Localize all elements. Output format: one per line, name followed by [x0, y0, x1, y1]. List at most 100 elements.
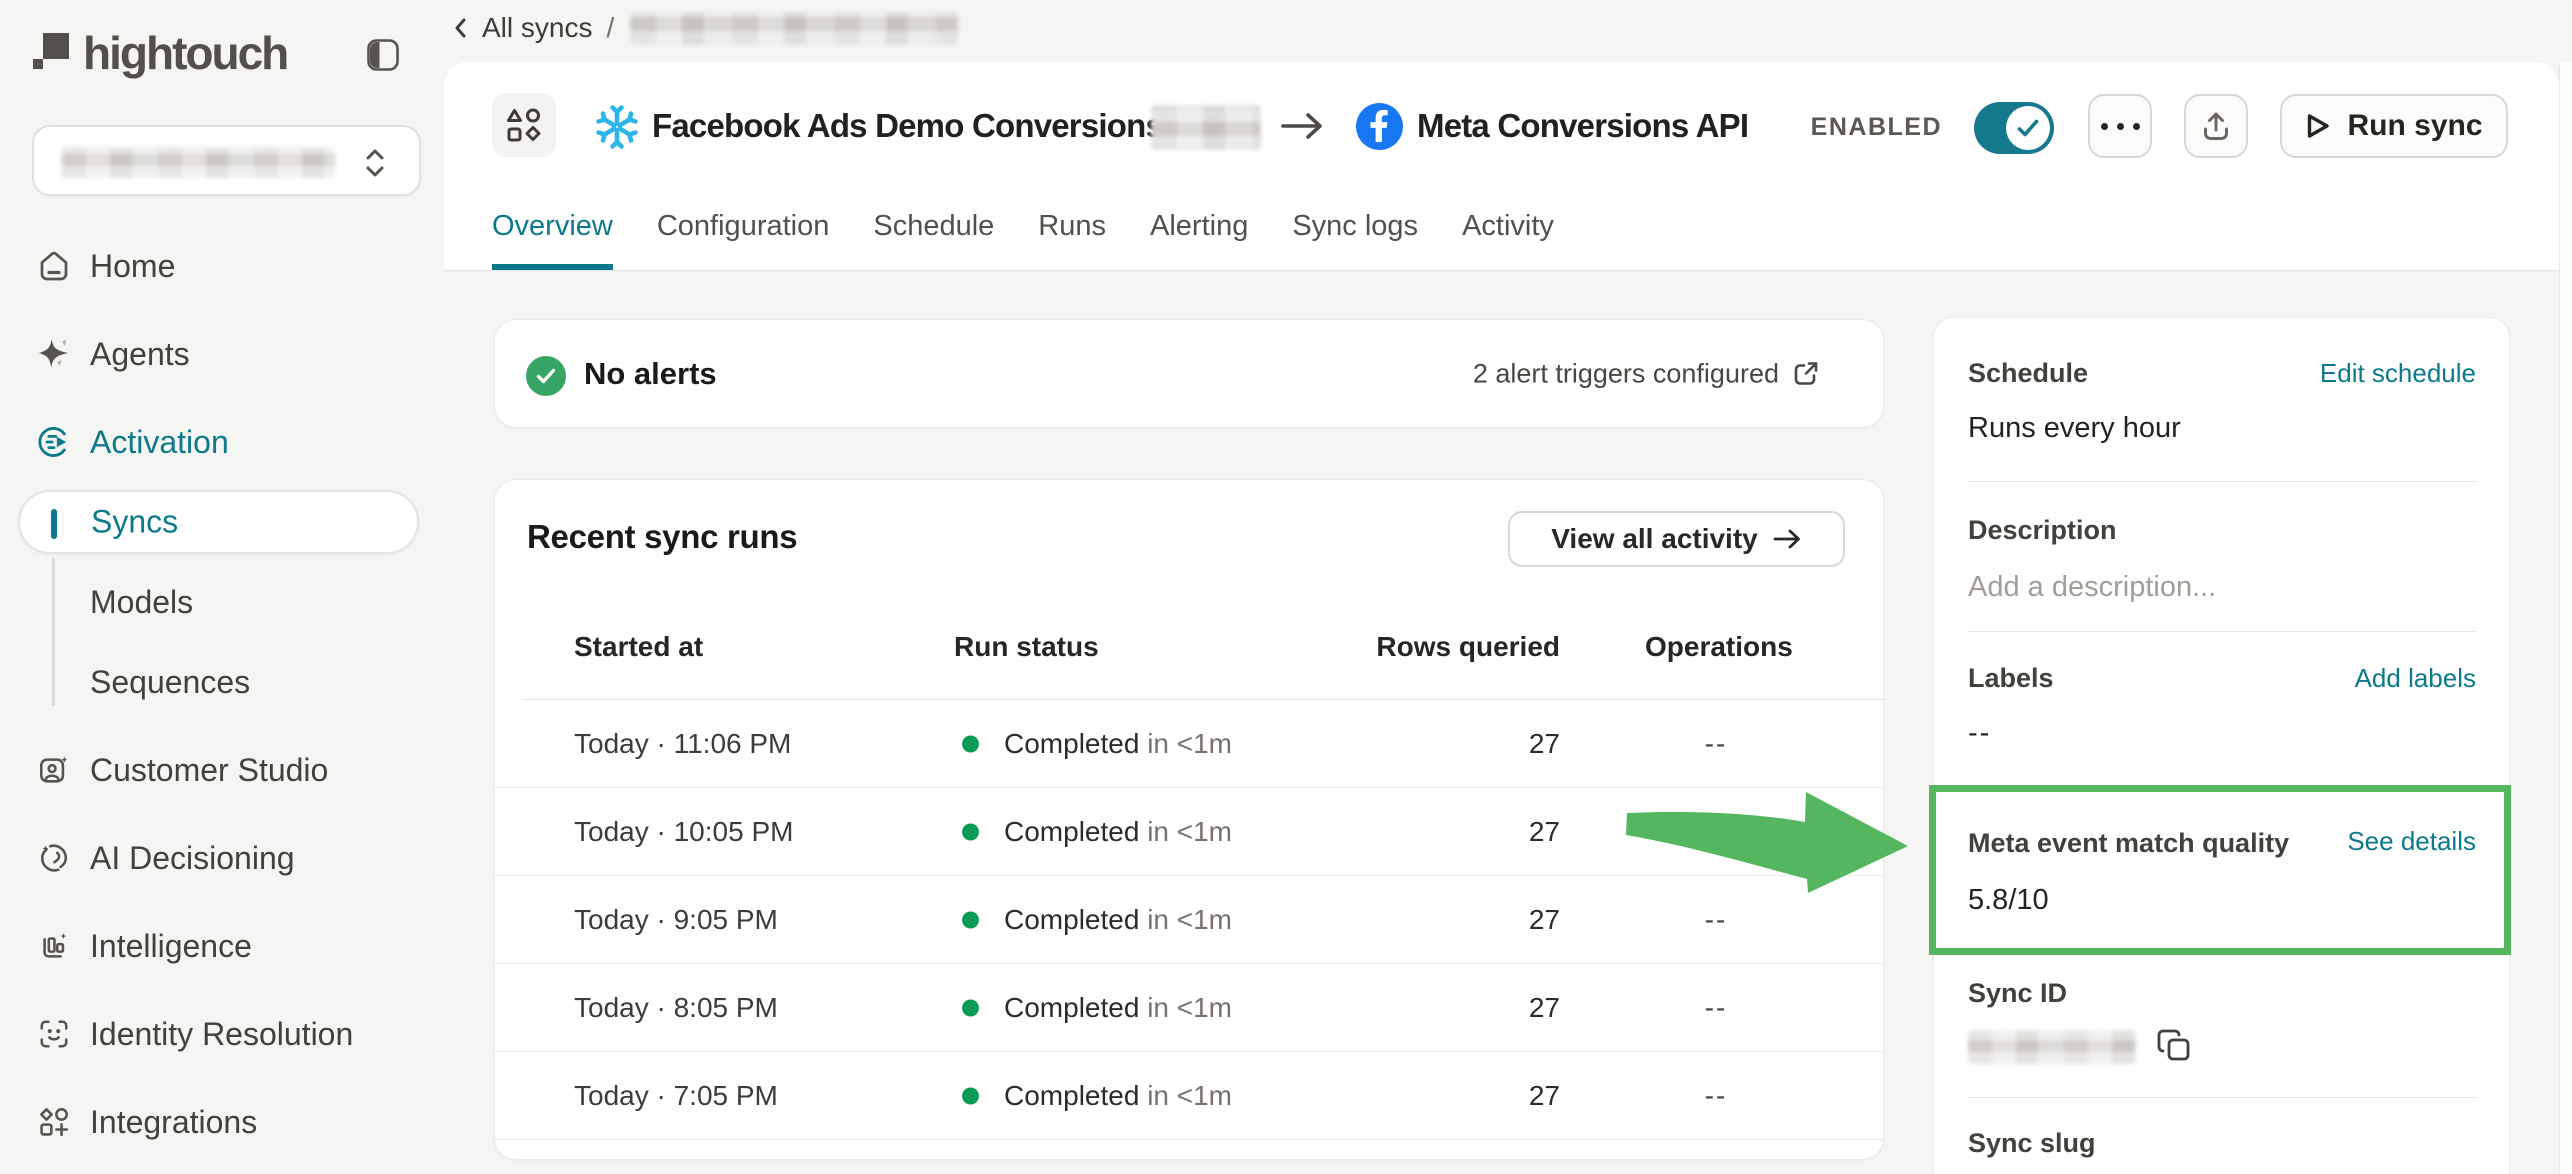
- cell-run-status: Completed in <1m: [1004, 992, 1232, 1024]
- intelligence-icon: [38, 930, 70, 962]
- cell-operations: --: [1645, 992, 1787, 1024]
- breadcrumb-all-syncs-link[interactable]: All syncs: [482, 12, 592, 44]
- copy-sync-id-button[interactable]: [2153, 1024, 2197, 1068]
- table-row[interactable]: Today · 8:05 PM Completed in <1m 27 --: [495, 964, 1885, 1052]
- run-sync-button[interactable]: Run sync: [2280, 94, 2508, 158]
- run-duration-text: in <1m: [1147, 1080, 1232, 1111]
- brand-wordmark: hightouch: [83, 26, 287, 80]
- sidebar-item-agents[interactable]: Agents: [0, 332, 444, 376]
- run-status-text: Completed: [1004, 1080, 1139, 1111]
- status-dot-icon: [962, 1087, 979, 1104]
- breadcrumb: All syncs /: [450, 10, 958, 46]
- destination-title: Meta Conversions API: [1417, 102, 1748, 150]
- snowflake-logo-icon: [594, 102, 640, 157]
- model-shapes-icon: [505, 106, 543, 144]
- export-button[interactable]: [2184, 94, 2248, 158]
- sidebar-item-home[interactable]: Home: [0, 244, 444, 288]
- cell-started-at: Today · 11:06 PM: [574, 728, 791, 760]
- integrations-icon: [38, 1106, 70, 1138]
- view-all-activity-button[interactable]: View all activity: [1508, 511, 1845, 567]
- upload-icon: [2199, 109, 2233, 143]
- activation-icon: [38, 426, 70, 458]
- status-dot-icon: [962, 823, 979, 840]
- enabled-status-label: ENABLED: [1774, 114, 1942, 141]
- hightouch-logo-icon: [32, 32, 72, 75]
- column-rows-queried: Rows queried: [1376, 632, 1560, 662]
- arrow-right-icon: [1772, 525, 1802, 553]
- source-sync-title: Facebook Ads Demo Conversions: [652, 102, 1163, 150]
- annotation-highlight-box: [1929, 785, 2511, 955]
- tab-activity[interactable]: Activity: [1462, 206, 1554, 270]
- sidebar-item-customer-studio[interactable]: Customer Studio: [0, 748, 444, 792]
- cell-started-at: Today · 8:05 PM: [574, 992, 778, 1024]
- cell-rows-queried: 27: [1529, 992, 1560, 1024]
- divider: [1968, 631, 2476, 632]
- cell-rows-queried: 27: [1529, 816, 1560, 848]
- cell-started-at: Today · 10:05 PM: [574, 816, 793, 848]
- customer-studio-icon: [38, 754, 70, 786]
- run-status-text: Completed: [1004, 904, 1139, 935]
- cell-run-status: Completed in <1m: [1004, 816, 1232, 848]
- cell-rows-queried: 27: [1529, 904, 1560, 936]
- tab-runs[interactable]: Runs: [1038, 206, 1106, 270]
- cell-operations: --: [1645, 1080, 1787, 1112]
- copy-icon: [2156, 1027, 2194, 1065]
- tab-overview[interactable]: Overview: [492, 206, 613, 270]
- run-status-text: Completed: [1004, 992, 1139, 1023]
- labels-label: Labels: [1968, 663, 2054, 694]
- divider: [1968, 481, 2476, 482]
- divider: [1968, 1097, 2476, 1098]
- sync-type-tile: [492, 93, 556, 157]
- sync-enabled-toggle[interactable]: [1974, 102, 2054, 154]
- sidebar-item-identity-resolution[interactable]: Identity Resolution: [0, 1012, 444, 1056]
- labels-value: --: [1968, 717, 1991, 750]
- more-options-button[interactable]: [2088, 94, 2152, 158]
- add-labels-link[interactable]: Add labels: [2355, 663, 2476, 694]
- sync-title-suffix-redacted: [1151, 106, 1261, 150]
- alert-triggers-link[interactable]: 2 alert triggers configured: [1473, 358, 1821, 389]
- alerts-title: No alerts: [584, 356, 717, 392]
- cell-operations: --: [1645, 728, 1787, 760]
- alerts-card: No alerts 2 alert triggers configured: [494, 319, 1884, 428]
- ellipsis-icon: [2101, 123, 2140, 130]
- sidebar-item-syncs[interactable]: Syncs: [18, 490, 419, 554]
- workspace-selector[interactable]: [32, 125, 421, 196]
- play-icon: [2305, 112, 2331, 140]
- sidebar-item-models[interactable]: Models: [0, 580, 444, 624]
- run-duration-text: in <1m: [1147, 904, 1232, 935]
- sync-tabs: Overview Configuration Schedule Runs Ale…: [492, 206, 1554, 270]
- status-dot-icon: [962, 735, 979, 752]
- edit-schedule-link[interactable]: Edit schedule: [2320, 358, 2476, 389]
- tab-alerting[interactable]: Alerting: [1150, 206, 1248, 270]
- logo-row: hightouch: [32, 30, 412, 78]
- sync-slug-label: Sync slug: [1968, 1128, 2096, 1159]
- sync-details-panel: Schedule Edit schedule Runs every hour D…: [1933, 317, 2510, 1174]
- sidebar-item-intelligence[interactable]: Intelligence: [0, 924, 444, 968]
- success-check-icon: [526, 356, 566, 396]
- collapse-sidebar-icon[interactable]: [366, 38, 400, 72]
- sidebar-item-sequences[interactable]: Sequences: [0, 660, 444, 704]
- sidebar-item-ai-decisioning[interactable]: AI Decisioning: [0, 836, 444, 880]
- cell-run-status: Completed in <1m: [1004, 904, 1232, 936]
- table-header: Started at Run status Rows queried Opera…: [495, 608, 1885, 700]
- cell-run-status: Completed in <1m: [1004, 1080, 1232, 1112]
- chevron-left-icon: [450, 15, 472, 41]
- table-row[interactable]: Today · 7:05 PM Completed in <1m 27 --: [495, 1052, 1885, 1140]
- tab-schedule[interactable]: Schedule: [873, 206, 994, 270]
- tab-configuration[interactable]: Configuration: [657, 206, 830, 270]
- breadcrumb-sync-name-redacted: [630, 12, 958, 45]
- cell-rows-queried: 27: [1529, 728, 1560, 760]
- sidebar-item-integrations[interactable]: Integrations: [0, 1100, 444, 1144]
- description-placeholder[interactable]: Add a description...: [1968, 571, 2216, 604]
- sidebar-item-activation[interactable]: Activation: [0, 420, 444, 464]
- cell-rows-queried: 27: [1529, 1080, 1560, 1112]
- schedule-value: Runs every hour: [1968, 412, 2181, 445]
- sync-header-card: Facebook Ads Demo Conversions Meta Conve…: [444, 62, 2559, 271]
- cell-run-status: Completed in <1m: [1004, 728, 1232, 760]
- run-status-text: Completed: [1004, 816, 1139, 847]
- active-indicator-bar: [51, 509, 57, 539]
- workspace-name-redacted: [62, 147, 335, 178]
- scrollbar-gutter[interactable]: [2559, 62, 2572, 1174]
- column-run-status: Run status: [954, 632, 1099, 662]
- tab-sync-logs[interactable]: Sync logs: [1292, 206, 1418, 270]
